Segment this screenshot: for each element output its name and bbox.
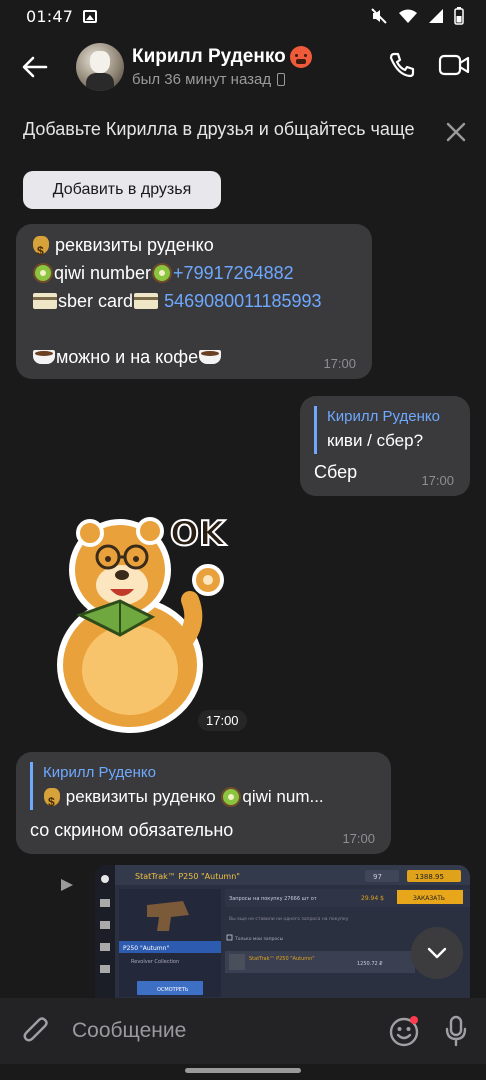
sticker-time: 17:00 (198, 710, 247, 731)
kiwi-icon (33, 263, 53, 283)
voice-message-button[interactable] (426, 998, 486, 1064)
message-input[interactable]: Сообщение (72, 1019, 382, 1043)
call-button[interactable] (388, 51, 416, 84)
mobile-device-icon (277, 73, 286, 86)
paperclip-icon (23, 1017, 48, 1042)
reply-quote[interactable]: Кирилл Руденко киви / сбер? (314, 406, 440, 454)
svg-text:Revolver Collection: Revolver Collection (131, 959, 179, 965)
contact-name: Кирилл Руденко (132, 46, 286, 67)
video-camera-icon (438, 54, 470, 75)
back-button[interactable] (0, 32, 70, 102)
credit-card-icon (33, 293, 57, 309)
game-market-screenshot: StatTrak™ P250 "Autumn" 97 1388.95 StatT… (95, 865, 470, 1005)
sticker-ok-text: OK (170, 514, 227, 554)
svg-text:29.94 $: 29.94 $ (361, 895, 384, 902)
attach-button[interactable] (0, 998, 72, 1064)
last-seen: был 36 минут назад (132, 71, 272, 88)
kiwi-icon (152, 263, 173, 283)
status-bar: 01:47 (0, 0, 486, 32)
avatar[interactable] (76, 43, 124, 91)
coffee-icon (33, 350, 55, 364)
card-number-link[interactable]: 5469080011185993 (164, 287, 322, 315)
svg-text:Вы еще не ставили ни одного за: Вы еще не ставили ни одного запроса на п… (229, 916, 349, 922)
gallery-notification-icon (83, 9, 98, 23)
credit-card-icon (134, 293, 159, 309)
reply-author: Кирилл Руденко (327, 408, 440, 425)
reply-quote[interactable]: Кирилл Руденко реквизиты руденко qiwi nu… (30, 762, 324, 815)
svg-text:Запросы на покупку 27666 шт от: Запросы на покупку 27666 шт от (229, 896, 317, 902)
message-time: 17:00 (342, 831, 375, 846)
bear-ok-sticker[interactable]: OK (40, 505, 230, 735)
money-bag-icon (44, 788, 60, 815)
reply-text: киви / сбер? (327, 431, 424, 450)
svg-text:ОСМОТРЕТЬ: ОСМОТРЕТЬ (157, 987, 189, 993)
arrow-left-icon (22, 56, 48, 78)
money-bag-icon (33, 236, 49, 265)
video-call-button[interactable] (438, 53, 470, 82)
system-navigation-bar (0, 1064, 486, 1080)
svg-text:P250 "Autumn": P250 "Autumn" (123, 945, 169, 952)
phone-icon (389, 52, 415, 77)
banner-text: Добавьте Кирилла в друзья и общайтесь ча… (23, 119, 415, 139)
close-icon[interactable] (444, 120, 468, 144)
smiley-icon (389, 1016, 419, 1047)
microphone-icon (445, 1015, 467, 1047)
header-actions (388, 51, 486, 84)
status-icons (370, 7, 464, 25)
message-outgoing-reply[interactable]: Кирилл Руденко киви / сбер? Сбер 17:00 (300, 396, 470, 496)
message-text: со скрином обязательно (30, 820, 234, 840)
kiwi-icon (221, 787, 242, 807)
contact-info[interactable]: Кирилл Руденко был 36 минут назад (132, 46, 312, 88)
svg-text:97: 97 (373, 873, 382, 881)
angry-face-icon (289, 46, 312, 68)
svg-text:ЗАКАЗАТЬ: ЗАКАЗАТЬ (413, 895, 445, 902)
svg-text:Только мои запросы: Только мои запросы (234, 936, 284, 942)
status-time: 01:47 (26, 6, 74, 26)
message-incoming-requisites[interactable]: реквизиты руденко qiwi number+7991726488… (16, 224, 372, 379)
battery-icon (454, 7, 464, 25)
message-time: 17:00 (421, 473, 454, 488)
reply-text: реквизиты руденко (65, 787, 216, 806)
screenshot-image-message[interactable]: StatTrak™ P250 "Autumn" 97 1388.95 StatT… (95, 865, 470, 1005)
add-friend-button[interactable]: Добавить в друзья (23, 171, 221, 209)
add-friend-banner: Добавьте Кирилла в друзья и общайтесь ча… (0, 108, 486, 220)
chevron-down-icon (427, 947, 447, 959)
signal-icon (429, 9, 443, 23)
chat-header: Кирилл Руденко был 36 минут назад (0, 32, 486, 102)
share-icon[interactable] (60, 878, 74, 892)
coffee-icon (199, 350, 222, 364)
message-incoming-reply[interactable]: Кирилл Руденко реквизиты руденко qiwi nu… (16, 752, 391, 854)
emoji-button[interactable] (382, 1009, 426, 1053)
phone-link[interactable]: +79917264882 (173, 259, 294, 287)
reply-text-tail: qiwi num... (242, 787, 324, 806)
mute-icon (371, 8, 387, 24)
message-text: Сбер (314, 462, 358, 482)
wifi-icon (399, 9, 417, 23)
svg-text:StatTrak™ P250 "Autumn": StatTrak™ P250 "Autumn" (135, 872, 240, 881)
svg-text:1388.95: 1388.95 (415, 873, 444, 881)
svg-text:1250.72 ₽: 1250.72 ₽ (357, 961, 383, 967)
scroll-down-button[interactable] (411, 927, 463, 979)
message-time: 17:00 (323, 356, 356, 371)
reply-author: Кирилл Руденко (43, 764, 156, 781)
message-composer: Сообщение (0, 998, 486, 1064)
home-indicator[interactable] (185, 1068, 301, 1073)
svg-text:StatTrak™ P250 "Autumn": StatTrak™ P250 "Autumn" (249, 956, 315, 962)
